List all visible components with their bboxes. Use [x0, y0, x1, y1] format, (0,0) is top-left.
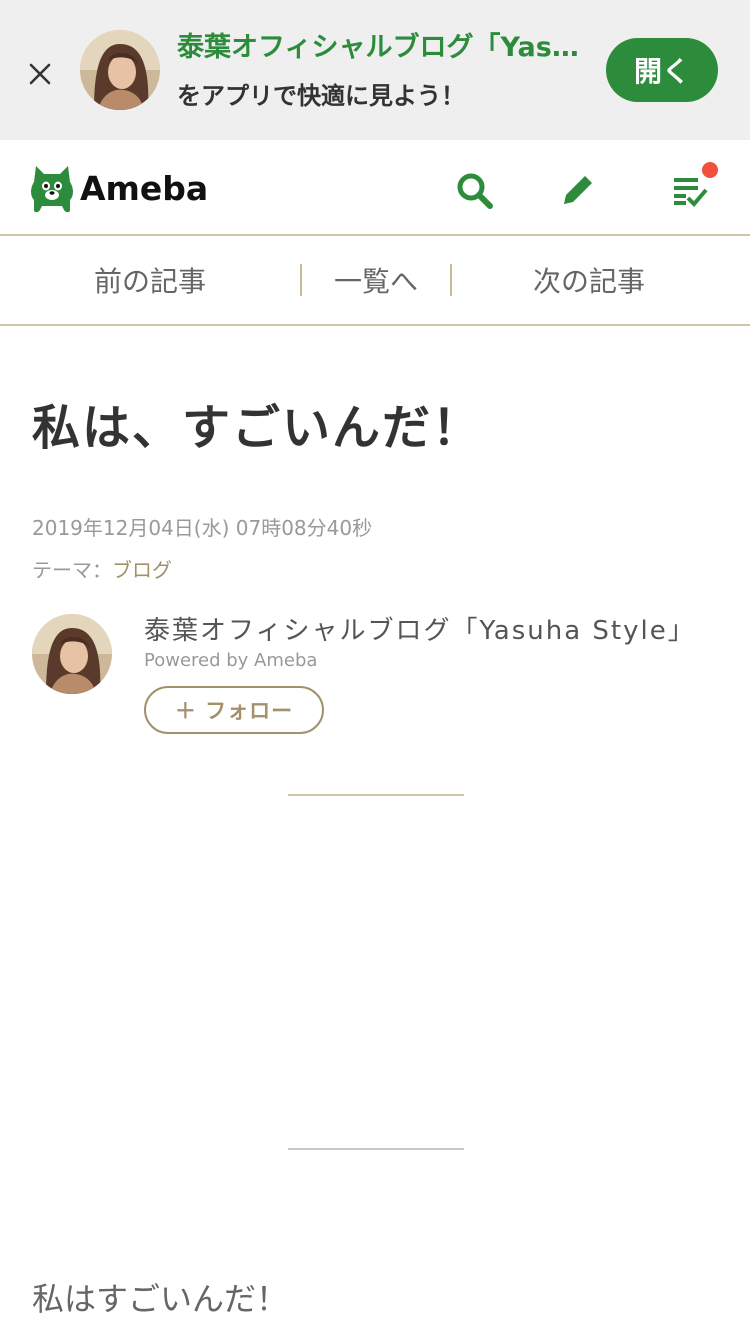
prev-article-link[interactable]: 前の記事 [0, 260, 300, 300]
notification-dot [702, 162, 718, 178]
entry-date: 2019年12月04日(水) 07時08分40秒 [32, 516, 373, 540]
powered-by: Powered by Ameba [144, 650, 318, 671]
banner-avatar [80, 30, 160, 110]
article-nav: 前の記事 一覧へ 次の記事 [0, 236, 750, 326]
checklist-icon[interactable] [668, 162, 718, 212]
entry-title: 私は、すごいんだ！ [32, 400, 483, 456]
entry-body-text: 私はすごいんだ！ [32, 1280, 289, 1318]
theme-label: テーマ： [32, 558, 112, 582]
pencil-icon[interactable] [556, 168, 600, 212]
open-app-button[interactable]: 開く [606, 38, 718, 102]
section-divider [288, 1148, 464, 1150]
blog-name-link[interactable]: 泰葉オフィシャルブログ「Yasuha Style」 [144, 610, 696, 647]
next-article-link[interactable]: 次の記事 [452, 260, 726, 300]
close-icon[interactable] [22, 56, 58, 92]
ameba-mascot-icon [31, 166, 73, 213]
banner-title: 泰葉オフィシャルブログ「Yasuha Style」 [177, 32, 592, 63]
ameba-logo[interactable]: Ameba [30, 162, 208, 214]
section-divider [288, 794, 464, 796]
theme-link[interactable]: ブログ [112, 558, 172, 582]
entry-theme: テーマ：ブログ [32, 554, 172, 583]
search-icon[interactable] [452, 168, 496, 212]
site-header: Ameba [0, 140, 750, 236]
app-banner: 泰葉オフィシャルブログ「Yasuha Style」 をアプリで快適に見よう！ 開… [0, 0, 750, 140]
follow-button[interactable]: ＋ フォロー [144, 686, 324, 734]
logo-text: Ameba [80, 168, 209, 208]
article-list-link[interactable]: 一覧へ [302, 260, 450, 300]
banner-subtitle: をアプリで快適に見よう！ [177, 82, 465, 110]
author-avatar[interactable] [32, 614, 112, 694]
